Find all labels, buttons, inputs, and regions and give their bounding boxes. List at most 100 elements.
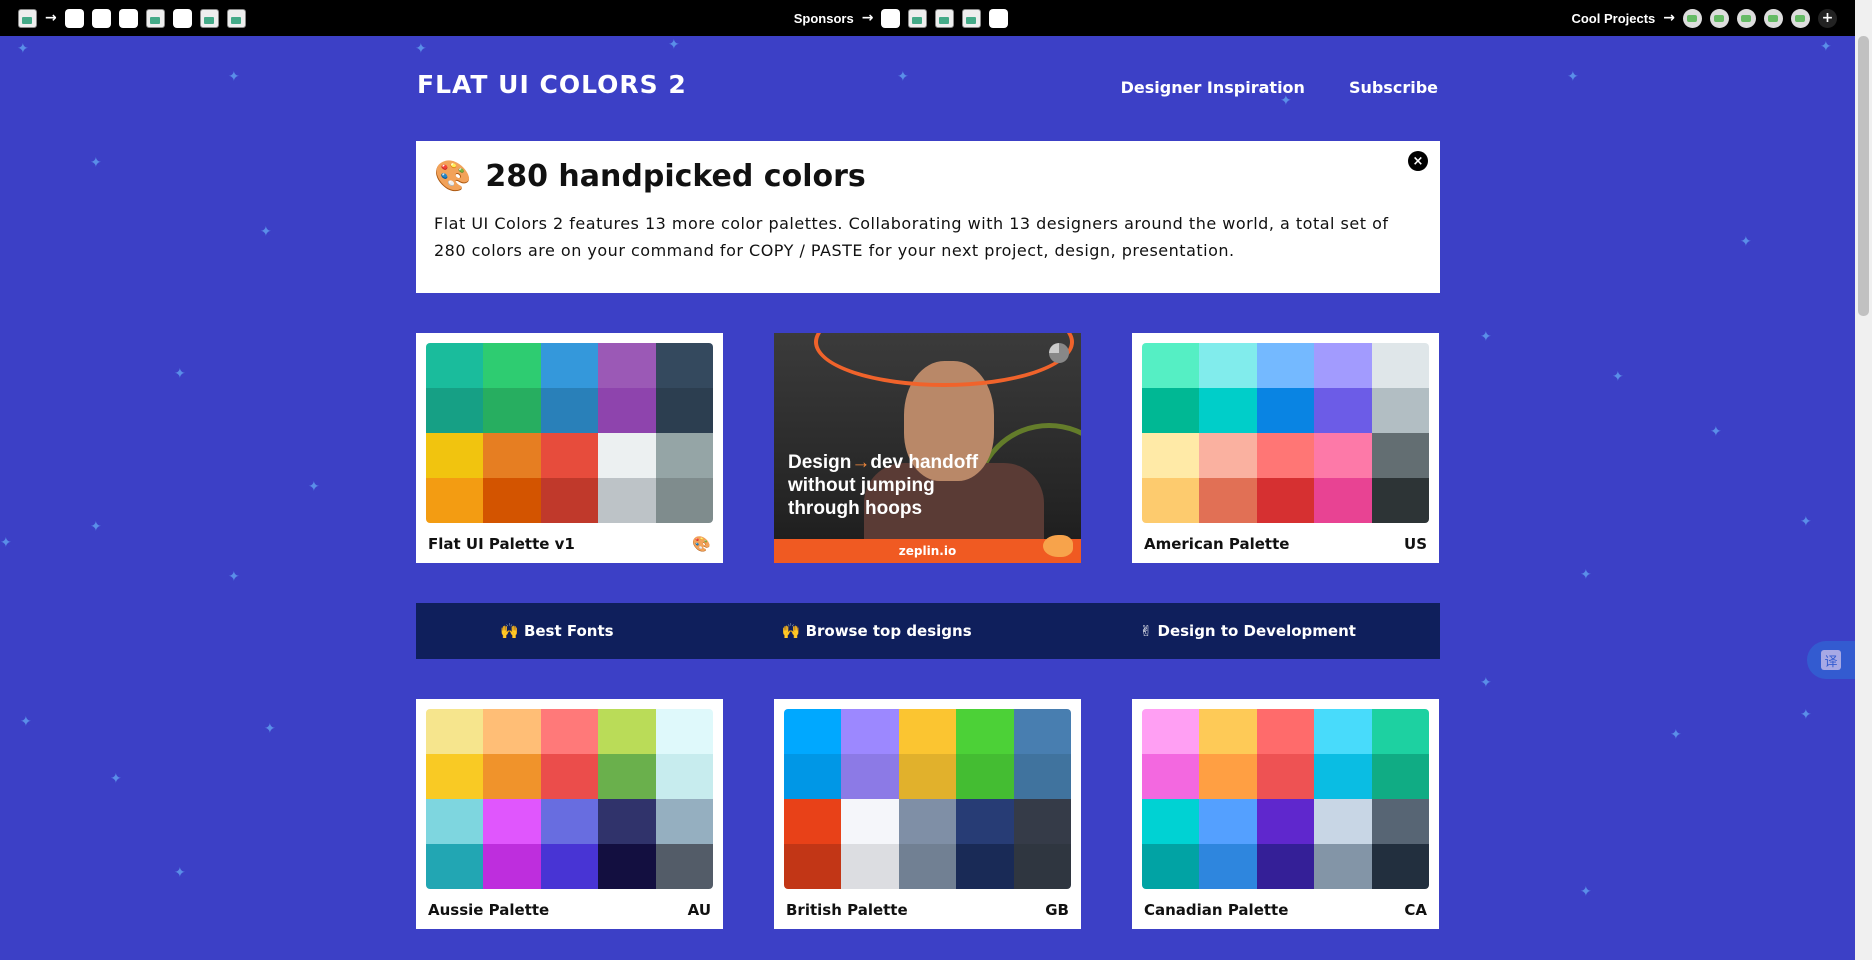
color-swatch[interactable] [426,754,484,799]
color-swatch[interactable] [426,343,484,388]
color-swatch[interactable] [1371,844,1429,889]
color-swatch[interactable] [1199,433,1257,478]
color-swatch[interactable] [956,754,1014,799]
sponsor-icon[interactable] [989,8,1009,28]
color-swatch[interactable] [1256,844,1315,889]
color-swatch[interactable] [540,754,599,799]
color-swatch[interactable] [1142,844,1200,889]
color-swatch[interactable] [898,754,957,799]
sponsor-icon[interactable] [91,8,111,28]
color-swatch[interactable] [598,433,656,478]
sponsor-icon[interactable] [172,8,192,28]
color-swatch[interactable] [1371,388,1429,433]
color-swatch[interactable] [598,754,656,799]
project-icon[interactable] [1683,8,1702,28]
color-swatch[interactable] [1371,433,1429,478]
color-swatch[interactable] [1314,799,1372,844]
color-swatch[interactable] [1314,709,1372,754]
color-swatch[interactable] [483,754,541,799]
color-swatch[interactable] [426,799,484,844]
color-swatch[interactable] [483,343,541,388]
translate-widget[interactable]: 译 [1807,641,1855,679]
color-swatch[interactable] [1256,709,1315,754]
color-swatch[interactable] [1199,478,1257,523]
color-swatch[interactable] [540,709,599,754]
site-logo[interactable]: FLAT UI COLORS 2 [417,70,687,99]
color-swatch[interactable] [540,388,599,433]
sponsor-icon[interactable] [118,8,138,28]
sponsor-icon[interactable] [908,8,928,28]
color-swatch[interactable] [1199,844,1257,889]
sponsor-icon[interactable] [199,8,219,28]
color-swatch[interactable] [540,343,599,388]
color-swatch[interactable] [483,478,541,523]
color-swatch[interactable] [426,433,484,478]
color-swatch[interactable] [655,343,713,388]
color-swatch[interactable] [1256,799,1315,844]
color-swatch[interactable] [1142,799,1200,844]
color-swatch[interactable] [841,754,899,799]
color-swatch[interactable] [956,799,1014,844]
color-swatch[interactable] [1142,754,1200,799]
scrollbar-thumb[interactable] [1858,36,1869,316]
color-swatch[interactable] [1314,388,1372,433]
palette-card-american[interactable]: American Palette US [1132,333,1439,563]
color-swatch[interactable] [540,844,599,889]
color-swatch[interactable] [1199,343,1257,388]
color-swatch[interactable] [655,433,713,478]
color-swatch[interactable] [655,388,713,433]
color-swatch[interactable] [1314,433,1372,478]
color-swatch[interactable] [784,754,842,799]
color-swatch[interactable] [1371,478,1429,523]
palette-card-flat-ui-v1[interactable]: Flat UI Palette v1 🎨 [416,333,723,563]
color-swatch[interactable] [1199,754,1257,799]
sponsor-icon[interactable] [962,8,982,28]
color-swatch[interactable] [655,709,713,754]
color-swatch[interactable] [841,709,899,754]
color-swatch[interactable] [483,388,541,433]
color-swatch[interactable] [1199,709,1257,754]
sponsor-icon[interactable] [935,8,955,28]
color-swatch[interactable] [956,844,1014,889]
color-swatch[interactable] [898,799,957,844]
nav-subscribe[interactable]: Subscribe [1349,78,1438,97]
color-swatch[interactable] [1371,799,1429,844]
project-icon[interactable] [1710,8,1729,28]
color-swatch[interactable] [1013,844,1071,889]
color-swatch[interactable] [1142,709,1200,754]
link-browse-top-designs[interactable]: 🙌 Browse top designs [782,622,972,640]
color-swatch[interactable] [598,343,656,388]
color-swatch[interactable] [956,709,1014,754]
sponsors-link[interactable]: Sponsors [794,11,854,26]
color-swatch[interactable] [598,388,656,433]
color-swatch[interactable] [1142,433,1200,478]
color-swatch[interactable] [598,709,656,754]
add-icon[interactable]: + [1818,8,1837,28]
color-swatch[interactable] [598,478,656,523]
color-swatch[interactable] [598,844,656,889]
color-swatch[interactable] [540,799,599,844]
color-swatch[interactable] [1314,754,1372,799]
color-swatch[interactable] [898,844,957,889]
color-swatch[interactable] [1013,799,1071,844]
sponsor-icon[interactable] [881,8,901,28]
link-design-to-development[interactable]: ✌ Design to Development [1140,622,1356,640]
color-swatch[interactable] [483,844,541,889]
logo-icon[interactable] [18,8,37,28]
color-swatch[interactable] [426,844,484,889]
sponsor-icon[interactable] [226,8,246,28]
color-swatch[interactable] [598,799,656,844]
color-swatch[interactable] [898,709,957,754]
color-swatch[interactable] [1256,433,1315,478]
color-swatch[interactable] [483,799,541,844]
color-swatch[interactable] [1314,343,1372,388]
color-swatch[interactable] [1256,754,1315,799]
project-icon[interactable] [1764,8,1783,28]
close-icon[interactable]: × [1408,151,1428,171]
color-swatch[interactable] [426,709,484,754]
link-best-fonts[interactable]: 🙌 Best Fonts [500,622,614,640]
cool-projects-link[interactable]: Cool Projects [1571,11,1655,26]
color-swatch[interactable] [426,478,484,523]
color-swatch[interactable] [1013,754,1071,799]
color-swatch[interactable] [426,388,484,433]
